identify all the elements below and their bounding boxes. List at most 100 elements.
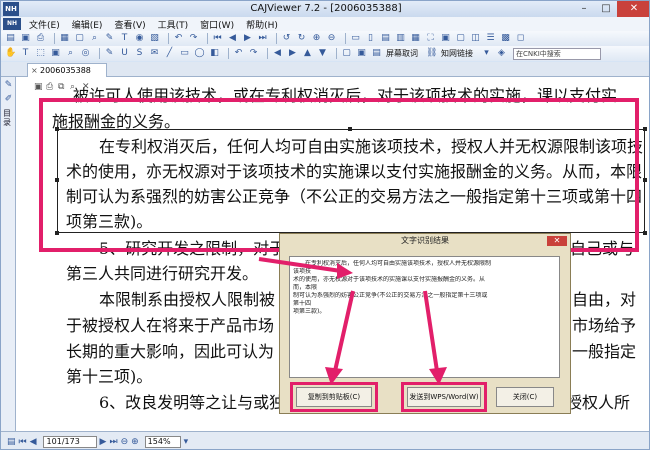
pen-icon[interactable]: ✎	[3, 80, 14, 91]
open-icon[interactable]: ▤	[5, 33, 16, 44]
hand-icon[interactable]: ✋	[5, 48, 16, 59]
text-line: 市场给予	[572, 316, 637, 335]
redo-icon[interactable]: ↷	[248, 48, 259, 59]
page-a-icon[interactable]: ▢	[341, 48, 352, 59]
full-screen-icon[interactable]: ⛶	[425, 33, 436, 44]
note-icon[interactable]: ✉	[149, 48, 160, 59]
prev-page-icon[interactable]: ◀	[227, 33, 238, 44]
ocr-text-area[interactable]: 在专利权消灭后，任何人均可自由实施该项技术，授权人并无权源限制 该项技 术的使用…	[289, 256, 560, 378]
annotation-highlight-frame	[39, 98, 639, 252]
resize-handle[interactable]	[643, 127, 647, 131]
page-b-icon[interactable]: ▣	[356, 48, 367, 59]
screen-capture-icon[interactable]: ▤	[371, 48, 382, 59]
underline-icon[interactable]: U	[119, 48, 130, 59]
continuous-icon[interactable]: ▦	[410, 33, 421, 44]
split-icon[interactable]: ◫	[470, 33, 481, 44]
zoom-dropdown-icon[interactable]: ▾	[184, 437, 189, 447]
close-dialog-button[interactable]: 关闭(C)	[496, 387, 554, 407]
text-line: 自由，对	[572, 290, 637, 309]
zoom-tool-icon[interactable]: ⌕	[65, 48, 76, 59]
highlight-icon[interactable]: ✎	[104, 48, 115, 59]
menu-view[interactable]: 查看(V)	[108, 18, 151, 31]
two-page-icon[interactable]: ▥	[395, 33, 406, 44]
cnki-search-input[interactable]: 在CNKI中搜索	[513, 47, 601, 60]
dropdown-arrow-icon[interactable]: ▾	[481, 48, 492, 59]
fit-page-icon[interactable]: ▭	[350, 33, 361, 44]
main-toolbar: ▤ ▣ ⎙ ▦ ▢ ⌕ ✎ T ◉ ▧ ↶ ↷ ⏮ ◀ ▶ ⏭ ↺ ↻ ⊕ ⊖ …	[1, 31, 649, 46]
nav-down-icon[interactable]: ▼	[317, 48, 328, 59]
knowledge-link-button[interactable]: 知网链接	[441, 48, 473, 59]
ocr-text-line: 术的使用，亦无权源对于该项技术的实施课以支付实施报酬金的义务。从	[293, 276, 486, 283]
next-page-icon[interactable]: ▶	[242, 33, 253, 44]
search-icon[interactable]: ⌕	[89, 33, 100, 44]
minimize-button[interactable]: –	[573, 1, 595, 17]
marker-icon[interactable]: ✐	[3, 94, 14, 105]
print-icon[interactable]: ⎙	[46, 82, 56, 92]
bookmark-icon[interactable]: ✎	[104, 33, 115, 44]
window-icon[interactable]: ◻	[515, 33, 526, 44]
text-icon[interactable]: T	[119, 33, 130, 44]
save-icon[interactable]: ▣	[34, 82, 44, 92]
undo-icon[interactable]: ↶	[233, 48, 244, 59]
sidebar-item-toc[interactable]: 目录	[3, 109, 13, 127]
line-icon[interactable]: ╱	[164, 48, 175, 59]
thumbnail-icon[interactable]: ▦	[59, 33, 70, 44]
layout-icon[interactable]: ▣	[440, 33, 451, 44]
menu-tools[interactable]: 工具(T)	[152, 18, 195, 31]
menu-help[interactable]: 帮助(H)	[240, 18, 284, 31]
first-page-icon[interactable]: ⏮	[212, 33, 223, 44]
last-page-icon[interactable]: ⏭	[109, 437, 117, 447]
close-window-button[interactable]: ✕	[617, 1, 649, 17]
menu-file[interactable]: 文件(E)	[23, 18, 66, 31]
link-icon[interactable]: ⛓	[426, 48, 437, 59]
camera-icon[interactable]: ◉	[134, 33, 145, 44]
grid-icon[interactable]: ▩	[500, 33, 511, 44]
back-icon[interactable]: ↶	[173, 33, 184, 44]
eraser-icon[interactable]: ◧	[209, 48, 220, 59]
select-area-icon[interactable]: ⬚	[35, 48, 46, 59]
nav-up-icon[interactable]: ▲	[302, 48, 313, 59]
print-icon[interactable]: ⎙	[35, 33, 46, 44]
forward-icon[interactable]: ↷	[188, 33, 199, 44]
maximize-button[interactable]: □	[595, 1, 617, 17]
nav-next-icon[interactable]: ▶	[287, 48, 298, 59]
dialog-close-button[interactable]: ✕	[547, 236, 567, 246]
page-icon[interactable]: ▢	[74, 33, 85, 44]
prev-page-icon[interactable]: ◀	[30, 437, 37, 447]
menu-window[interactable]: 窗口(W)	[194, 18, 240, 31]
tab-document[interactable]: × 2006035388	[27, 63, 107, 77]
page-number-input[interactable]: 101/173	[42, 435, 97, 448]
zoom-in-icon[interactable]: ⊕	[131, 437, 139, 447]
strikeout-icon[interactable]: S	[134, 48, 145, 59]
save-icon[interactable]: ▣	[20, 33, 31, 44]
rotate-left-icon[interactable]: ↺	[281, 33, 292, 44]
window-title: CAJViewer 7.2 - [2006035388]	[250, 3, 402, 14]
zoom-in-icon[interactable]: ⊕	[311, 33, 322, 44]
ocr-icon[interactable]: ▣	[50, 48, 61, 59]
screen-capture-button[interactable]: 屏幕取词	[386, 48, 418, 59]
menu-edit[interactable]: 编辑(E)	[66, 18, 109, 31]
ocr-text-line: 第十四	[293, 300, 312, 307]
panel-icon[interactable]: ▢	[455, 33, 466, 44]
resize-handle[interactable]	[643, 178, 647, 182]
zoom-out-icon[interactable]: ⊖	[326, 33, 337, 44]
copy-icon[interactable]: ⧉	[58, 82, 68, 92]
tab-close-icon[interactable]: ×	[31, 64, 38, 77]
last-page-icon[interactable]: ⏭	[257, 33, 268, 44]
document-menu-icon[interactable]: NH	[3, 18, 21, 30]
resize-handle[interactable]	[643, 231, 647, 235]
zoom-out-icon[interactable]: ⊖	[121, 437, 129, 447]
list-icon[interactable]: ☰	[485, 33, 496, 44]
next-page-icon[interactable]: ▶	[100, 437, 107, 447]
zoom-level-input[interactable]: 154%	[144, 435, 181, 448]
first-page-icon[interactable]: ⏮	[19, 437, 27, 447]
ellipse-icon[interactable]: ◯	[194, 48, 205, 59]
snapshot-icon[interactable]: ◎	[80, 48, 91, 59]
select-text-icon[interactable]: T	[20, 48, 31, 59]
rectangle-icon[interactable]: ▭	[179, 48, 190, 59]
rotate-right-icon[interactable]: ↻	[296, 33, 307, 44]
nav-first-icon[interactable]: ◀	[272, 48, 283, 59]
single-page-icon[interactable]: ▤	[380, 33, 391, 44]
fit-width-icon[interactable]: ▯	[365, 33, 376, 44]
lock-icon[interactable]: ▧	[149, 33, 160, 44]
